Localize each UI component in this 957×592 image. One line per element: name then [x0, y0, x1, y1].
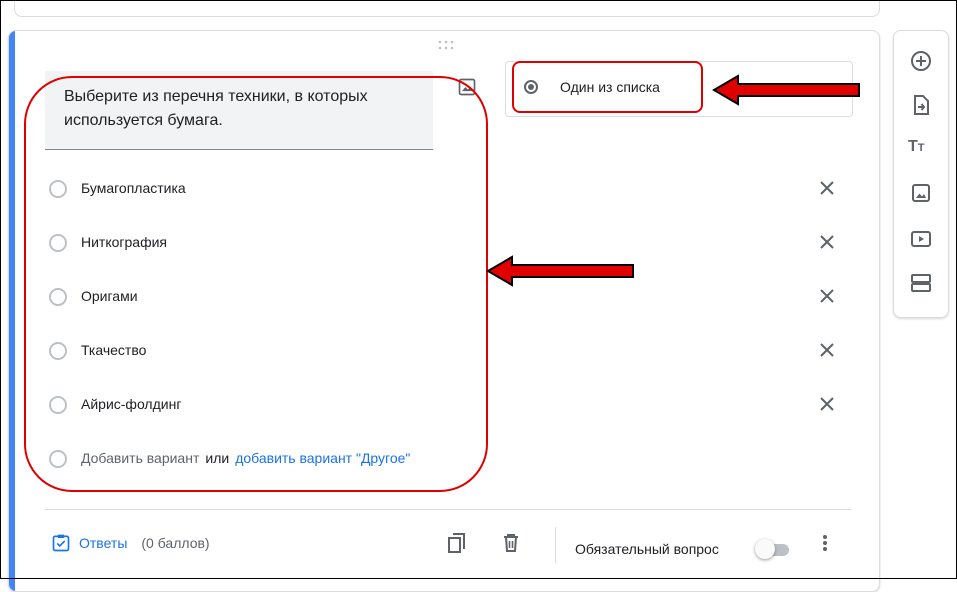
- screenshot-border: [0, 0, 957, 579]
